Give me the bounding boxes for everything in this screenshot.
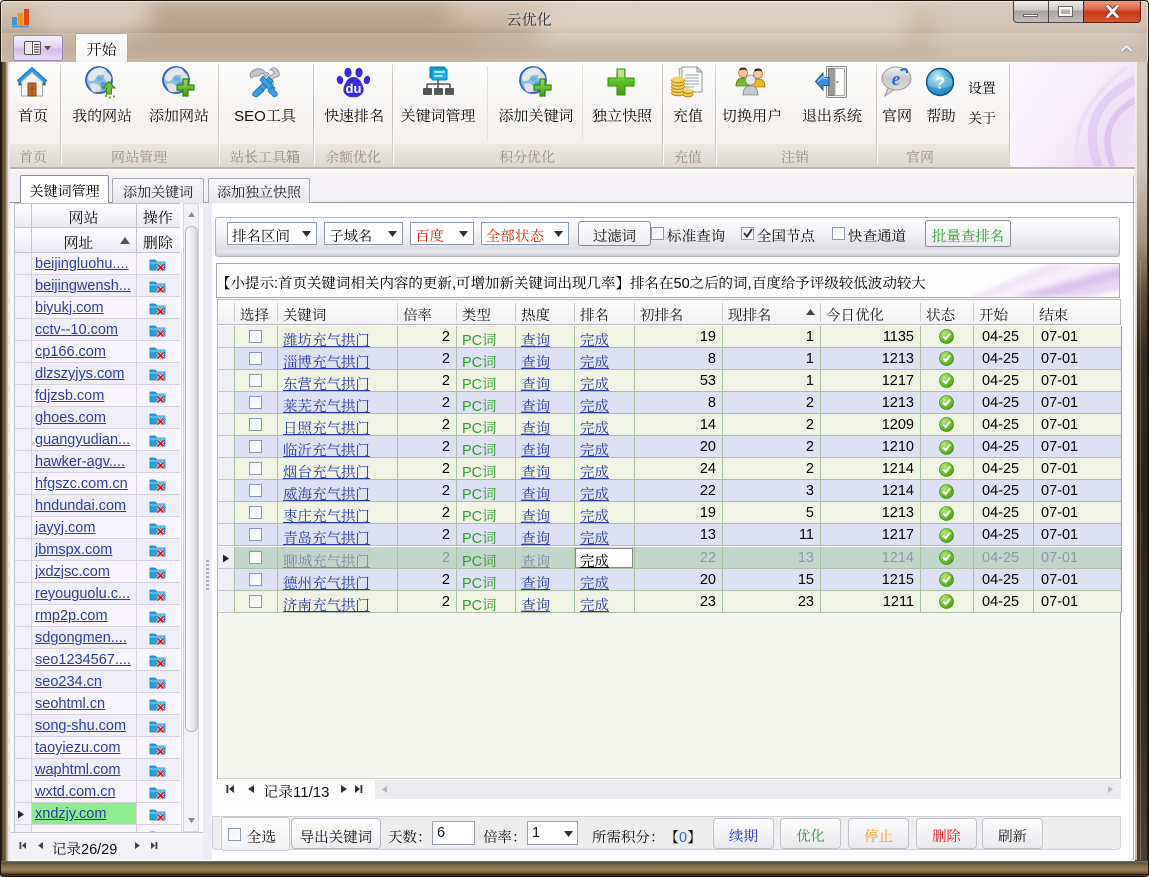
svg-text:e: e bbox=[892, 69, 901, 90]
svg-text:du: du bbox=[346, 81, 362, 96]
svg-text:?: ? bbox=[935, 74, 945, 93]
